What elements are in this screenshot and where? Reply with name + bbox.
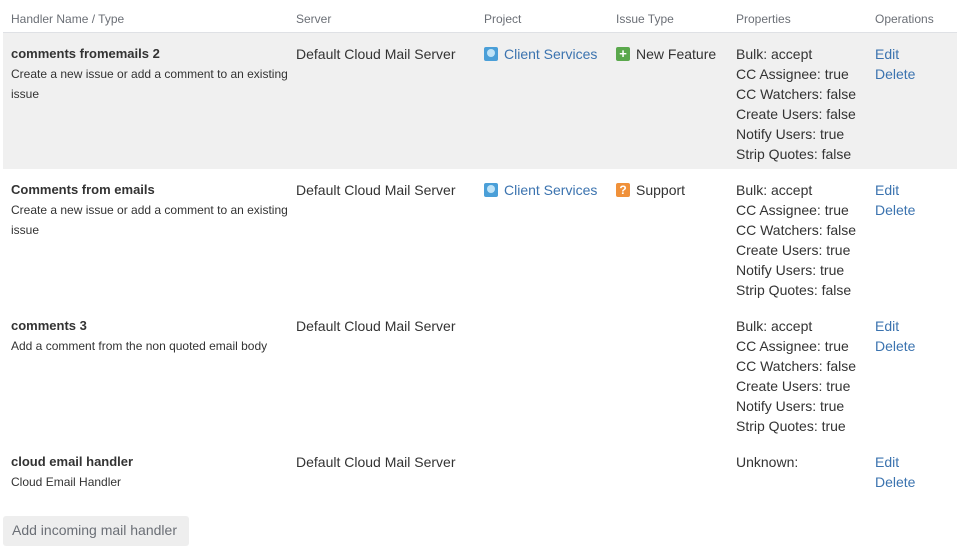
header-issue-type: Issue Type	[616, 12, 674, 26]
property-item: Unknown:	[736, 454, 799, 470]
property-item: Notify Users: true	[736, 262, 845, 278]
delete-link[interactable]: Delete	[875, 336, 915, 356]
handler-description: Create a new issue or add a comment to a…	[11, 203, 288, 237]
property-item: Strip Quotes: true	[736, 418, 846, 434]
handler-description: Create a new issue or add a comment to a…	[11, 67, 288, 101]
operations-cell: Edit Delete	[875, 44, 915, 84]
server-name: Default Cloud Mail Server	[296, 318, 456, 334]
property-item: Notify Users: true	[736, 398, 845, 414]
properties-list: Bulk: accept CC Assignee: true CC Watche…	[736, 316, 856, 436]
edit-link[interactable]: Edit	[875, 44, 915, 64]
header-operations: Operations	[875, 12, 934, 26]
new-feature-icon: +	[616, 47, 630, 61]
header-server: Server	[296, 12, 332, 26]
properties-list: Bulk: accept CC Assignee: true CC Watche…	[736, 180, 856, 300]
property-item: Create Users: true	[736, 378, 851, 394]
handler-cell: Comments from emails Create a new issue …	[11, 180, 291, 240]
table-row: cloud email handler Cloud Email Handler …	[3, 441, 957, 521]
handler-description: Add a comment from the non quoted email …	[11, 339, 268, 353]
project-link[interactable]: Client Services	[504, 180, 597, 200]
table-row: comments fromemails 2 Create a new issue…	[3, 33, 957, 169]
support-icon: ?	[616, 183, 630, 197]
property-item: CC Assignee: true	[736, 66, 849, 82]
properties-list: Bulk: accept CC Assignee: true CC Watche…	[736, 44, 856, 164]
property-item: Bulk: accept	[736, 318, 813, 334]
project-avatar-icon	[484, 47, 498, 61]
property-item: CC Watchers: false	[736, 86, 857, 102]
server-name: Default Cloud Mail Server	[296, 454, 456, 470]
table-row: comments 3 Add a comment from the non qu…	[3, 305, 957, 441]
handler-name: Comments from emails	[11, 182, 155, 197]
header-properties: Properties	[736, 12, 791, 26]
operations-cell: Edit Delete	[875, 316, 915, 356]
property-item: CC Watchers: false	[736, 222, 857, 238]
handler-name: cloud email handler	[11, 454, 134, 469]
handler-cell: comments 3 Add a comment from the non qu…	[11, 316, 291, 356]
handler-description: Cloud Email Handler	[11, 475, 122, 489]
operations-cell: Edit Delete	[875, 452, 915, 492]
properties-list: Unknown:	[736, 452, 798, 472]
property-item: Bulk: accept	[736, 46, 813, 62]
issue-type-label: Support	[636, 182, 686, 198]
mail-handlers-table: Handler Name / Type Server Project Issue…	[3, 0, 957, 521]
project-link[interactable]: Client Services	[504, 44, 597, 64]
header-handler-name: Handler Name / Type	[11, 12, 125, 26]
property-item: Notify Users: true	[736, 126, 845, 142]
property-item: CC Watchers: false	[736, 358, 857, 374]
delete-link[interactable]: Delete	[875, 64, 915, 84]
issue-type-cell: ? Support	[616, 180, 685, 200]
issue-type-cell: + New Feature	[616, 44, 716, 64]
table-header: Handler Name / Type Server Project Issue…	[3, 0, 957, 33]
server-name: Default Cloud Mail Server	[296, 182, 456, 198]
project-cell: Client Services	[484, 44, 597, 64]
table-row: Comments from emails Create a new issue …	[3, 169, 957, 305]
operations-cell: Edit Delete	[875, 180, 915, 220]
property-item: Create Users: true	[736, 242, 851, 258]
handler-name: comments 3	[11, 318, 87, 333]
header-project: Project	[484, 12, 522, 26]
add-incoming-mail-handler-button[interactable]: Add incoming mail handler	[3, 516, 189, 546]
property-item: CC Assignee: true	[736, 338, 849, 354]
handler-name: comments fromemails 2	[11, 46, 160, 61]
server-name: Default Cloud Mail Server	[296, 46, 456, 62]
handler-cell: comments fromemails 2 Create a new issue…	[11, 44, 291, 104]
handler-cell: cloud email handler Cloud Email Handler	[11, 452, 291, 492]
property-item: Strip Quotes: false	[736, 282, 852, 298]
edit-link[interactable]: Edit	[875, 452, 915, 472]
property-item: Create Users: false	[736, 106, 856, 122]
project-cell: Client Services	[484, 180, 597, 200]
edit-link[interactable]: Edit	[875, 316, 915, 336]
property-item: CC Assignee: true	[736, 202, 849, 218]
issue-type-label: New Feature	[636, 46, 717, 62]
edit-link[interactable]: Edit	[875, 180, 915, 200]
delete-link[interactable]: Delete	[875, 472, 915, 492]
delete-link[interactable]: Delete	[875, 200, 915, 220]
property-item: Bulk: accept	[736, 182, 813, 198]
project-avatar-icon	[484, 183, 498, 197]
property-item: Strip Quotes: false	[736, 146, 852, 162]
